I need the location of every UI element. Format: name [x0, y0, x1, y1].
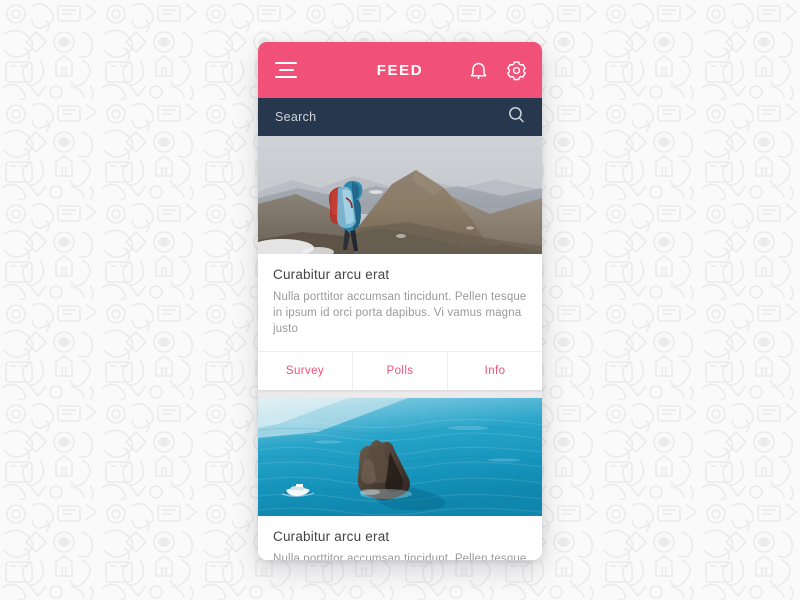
hamburger-line — [275, 76, 297, 78]
feed-scroll-region[interactable]: Curabitur arcu erat Nulla porttitor accu… — [258, 136, 542, 560]
search-bar[interactable]: Search — [258, 98, 542, 136]
header-actions — [469, 60, 527, 81]
hamburger-line — [278, 69, 294, 71]
gear-icon[interactable] — [506, 60, 527, 81]
card-body: Curabitur arcu erat Nulla porttitor accu… — [258, 254, 542, 351]
card-body: Curabitur arcu erat Nulla porttitor accu… — [258, 516, 542, 560]
hamburger-line — [275, 62, 297, 64]
card-title: Curabitur arcu erat — [273, 529, 390, 544]
bell-icon[interactable] — [469, 60, 488, 81]
app-header-bar: FEED — [258, 42, 542, 98]
card-title: Curabitur arcu erat — [273, 267, 390, 282]
card-description: Nulla porttitor accumsan tincidunt. Pell… — [273, 291, 527, 335]
magnifier-icon[interactable] — [508, 106, 525, 128]
card-action-row: Survey Polls Info — [258, 351, 542, 390]
card-action-survey[interactable]: Survey — [258, 352, 352, 390]
phone-mockup: FEED Search Curabitur arcu erat Nulla po… — [258, 42, 542, 560]
search-input[interactable]: Search — [275, 110, 316, 124]
card-action-info[interactable]: Info — [447, 352, 542, 390]
card-action-polls[interactable]: Polls — [352, 352, 447, 390]
feed-card: Curabitur arcu erat Nulla porttitor accu… — [258, 398, 542, 560]
card-image-hiker-on-mountain-ridge — [258, 136, 542, 254]
hamburger-menu-icon[interactable] — [275, 62, 297, 78]
card-image-rock-in-turquoise-ocean — [258, 398, 542, 516]
feed-card: Curabitur arcu erat Nulla porttitor accu… — [258, 136, 542, 390]
card-description: Nulla porttitor accumsan tincidunt. Pell… — [273, 553, 527, 560]
